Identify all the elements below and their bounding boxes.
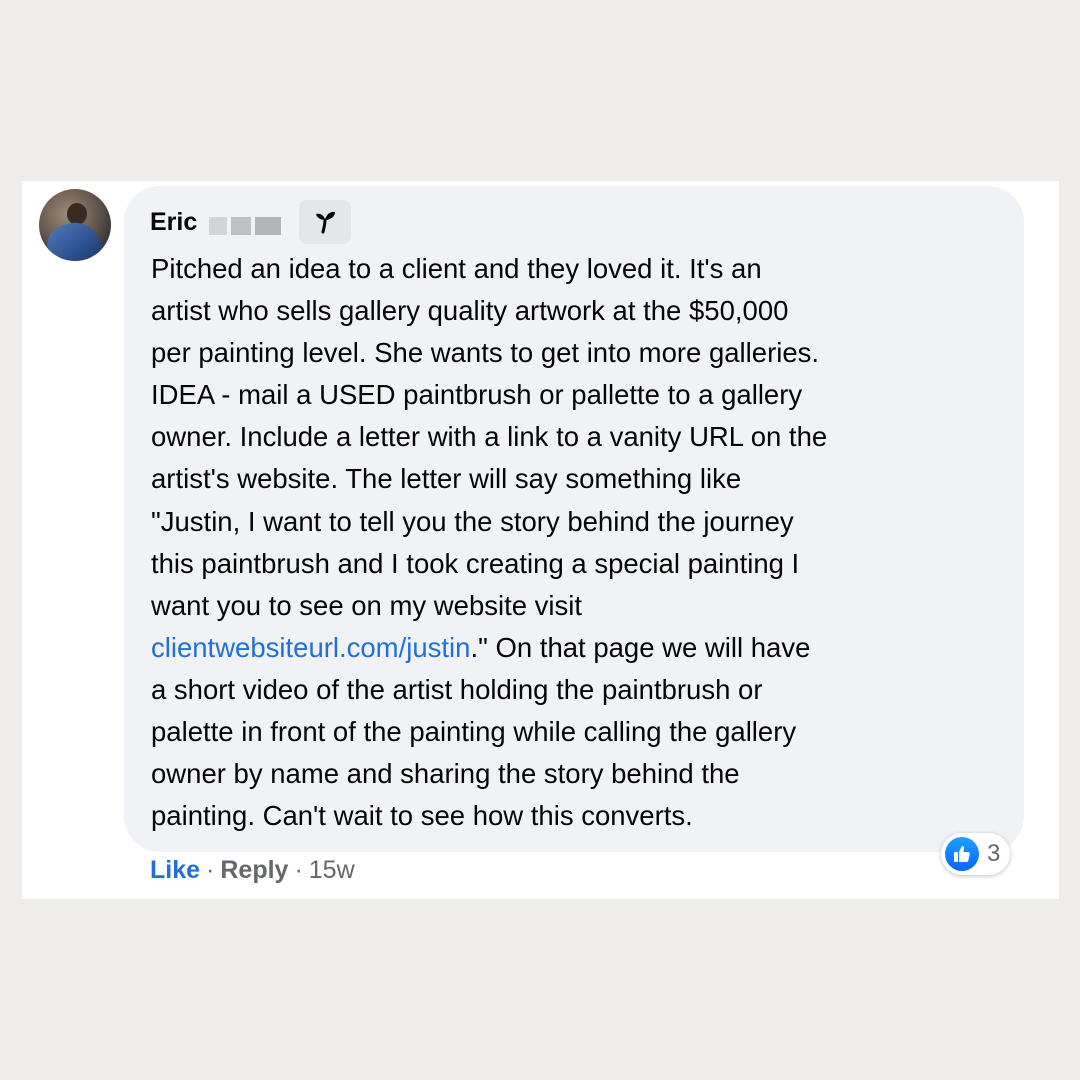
comment-line: owner by name and sharing the story behi… [151,758,740,790]
comment-card: Eric Pitched an idea to a client and the… [22,181,1059,899]
comment-line: "Justin, I want to tell you the story be… [151,505,794,537]
vanity-url-link[interactable]: clientwebsiteurl.com/justin [151,632,470,663]
separator-dot: · [294,856,303,884]
comment-bubble: Eric Pitched an idea to a client and the… [124,186,1024,852]
comment-line: painting. Can't wait to see how this con… [151,800,693,832]
sprout-icon [316,211,336,234]
thumbs-up-icon [945,837,979,871]
separator-dot: · [206,856,215,884]
comment-line: owner. Include a letter with a link to a… [151,421,828,453]
avatar[interactable] [39,189,111,261]
link-suffix-text: ." On that page we will have [470,631,811,663]
comment-line: IDEA - mail a USED paintbrush or pallett… [151,379,803,411]
comment-text: Pitched an idea to a client and they lov… [151,248,1011,837]
like-button[interactable]: Like [150,856,200,885]
timestamp[interactable]: 15w [309,856,355,885]
author-row: Eric [150,200,352,244]
comment-actions: Like · Reply · 15w [150,856,355,885]
redacted-surname [209,217,282,235]
author-name[interactable]: Eric [150,208,197,237]
comment-line: want you to see on my website visit [151,589,583,621]
comment-line: artist's website. The letter will say so… [151,463,742,495]
reaction-summary[interactable]: 3 [941,833,1011,875]
comment-line: this paintbrush and I took creating a sp… [151,547,800,579]
reply-button[interactable]: Reply [220,856,288,885]
comment-line: Pitched an idea to a client and they lov… [151,253,762,284]
comment-line: palette in front of the painting while c… [151,716,797,748]
comment-line-with-link: clientwebsiteurl.com/justin." On that pa… [151,627,1011,669]
reaction-count: 3 [987,840,1001,867]
comment-line: a short video of the artist holding the … [151,673,763,705]
comment-line: per painting level. She wants to get int… [151,337,820,369]
comment-line: artist who sells gallery quality artwork… [151,295,789,327]
avatar-jacket-shape [42,215,104,261]
new-member-badge[interactable] [299,200,352,244]
